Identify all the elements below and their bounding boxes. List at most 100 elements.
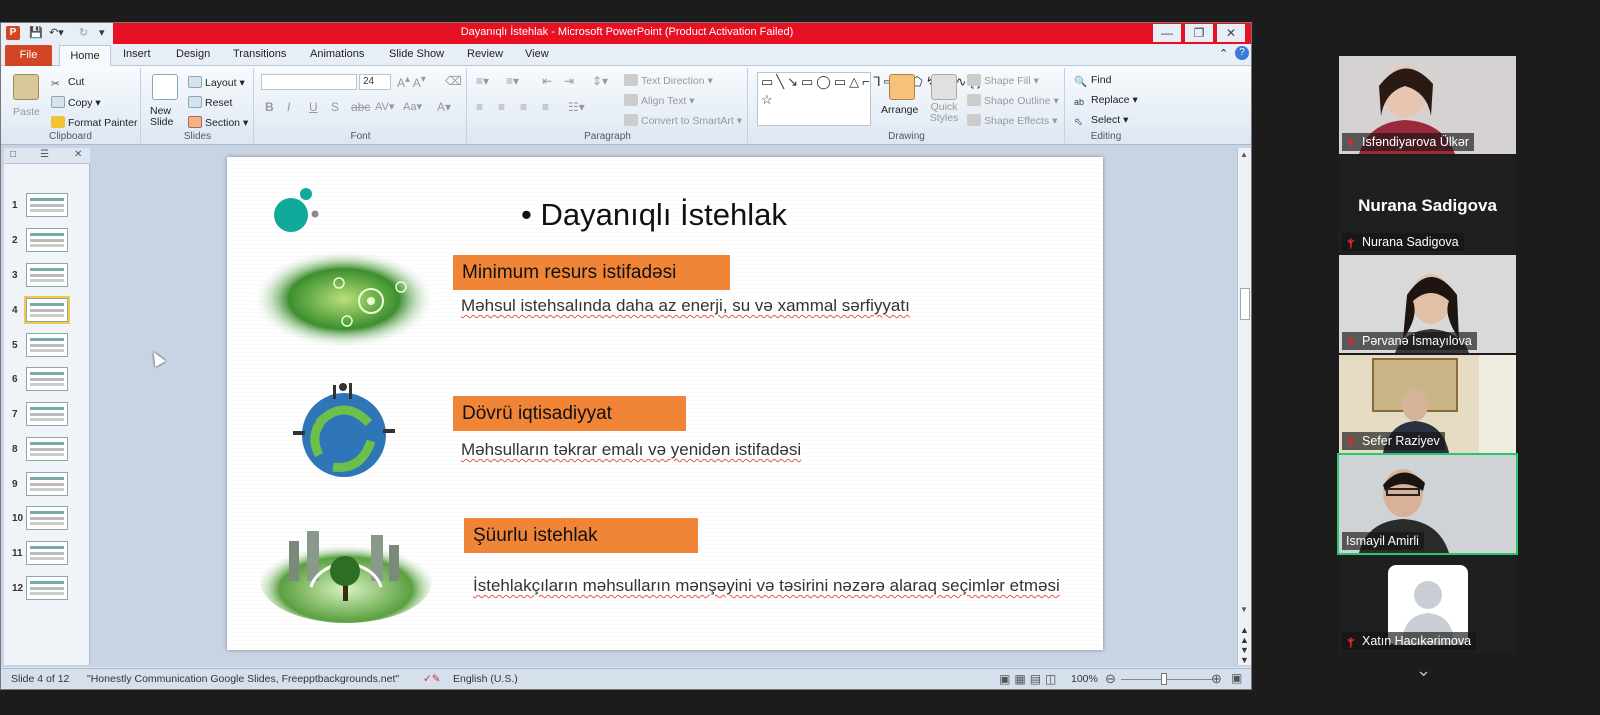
grow-font-icon[interactable]: A▴ A▾ [397,74,426,90]
save-icon[interactable]: 💾 [29,26,43,41]
view-buttons[interactable]: ▣▦▤◫ [999,672,1060,686]
previous-slide-icon[interactable]: ▲ ▲ [1240,625,1249,645]
font-size-combo[interactable]: 24 [359,74,391,90]
paste-icon[interactable] [13,74,39,100]
item-2-description[interactable]: Məhsulların təkrar emalı və yenidən isti… [461,440,801,460]
tab-design[interactable]: Design [176,48,210,60]
slide-canvas[interactable]: • Dayanıqlı İstehlak Minimum resurs isti… [227,157,1103,650]
zoom-slider-thumb[interactable] [1161,673,1167,685]
slide-thumbnail[interactable] [26,333,68,357]
align-left-icon[interactable]: ≡ [476,100,483,114]
restore-icon[interactable]: ❐ [1185,24,1213,42]
item-1-title[interactable]: Minimum resurs istifadəsi [453,255,730,290]
minimize-icon[interactable]: — [1153,24,1181,42]
slide-thumbnail[interactable] [26,402,68,426]
strikethrough-icon[interactable]: abc [351,100,370,114]
participant-tile-4[interactable]: ⲯ Sefer Raziyev [1339,355,1516,453]
columns-icon[interactable]: ☷▾ [568,100,585,114]
zoom-slider[interactable] [1121,679,1213,680]
fit-to-window-icon[interactable]: ▣ [1231,671,1242,685]
scroll-down-icon[interactable]: ▼ [1240,605,1248,614]
language[interactable]: English (U.S.) [453,673,518,685]
format-painter-button[interactable]: Format Painter [51,116,137,129]
slide-thumbnail[interactable] [26,472,68,496]
undo-icon[interactable]: ↶▾ [49,26,64,41]
item-3-description[interactable]: İstehlakçıların məhsulların mənşəyini və… [473,575,1073,596]
text-direction-button[interactable]: Text Direction ▾ [624,74,713,87]
shapes-gallery[interactable]: ▭╲↘▭◯▭△⌐ᒣ⇨⇩⬠↯⌒∿{}☆ [757,72,981,126]
close-pane-icon[interactable]: ✕ [74,149,82,160]
powerpoint-app-icon[interactable]: P [6,26,20,40]
zoom-out-icon[interactable]: ⊖ [1105,671,1116,687]
slide-show-icon[interactable]: ◫ [1045,672,1060,686]
item-1-description[interactable]: Məhsul istehsalında daha az enerji, su v… [461,296,910,316]
copy-button[interactable]: Copy ▾ [51,96,101,109]
section-button[interactable]: Section ▾ [188,116,248,129]
cut-button[interactable]: ✂ Cut [51,76,84,90]
line-spacing-icon[interactable]: ⇕▾ [592,74,608,88]
shape-outline-button[interactable]: Shape Outline ▾ [967,94,1059,107]
participant-tile-5[interactable]: Ismayil Amirli [1337,453,1518,555]
slide-thumbnail[interactable] [26,228,68,252]
slide-thumbnail[interactable] [26,506,68,530]
font-color-icon[interactable]: A▾ [437,100,451,114]
next-slide-icon[interactable]: ▼ ▼ [1240,645,1249,665]
scroll-down-chevron-icon[interactable]: ⌄ [1416,660,1431,681]
vertical-scrollbar[interactable]: ▲ ▼ ▲ ▲ ▼ ▼ [1237,148,1251,665]
collapse-ribbon-icon[interactable]: ⌃ [1219,47,1228,60]
participant-tile-3[interactable]: ⲯ Pərvanə İsmayılova [1339,255,1516,353]
slide-thumbnail[interactable] [26,193,68,217]
italic-icon[interactable]: I [287,100,290,114]
zoom-in-icon[interactable]: ⊕ [1211,671,1222,687]
tab-slide-show[interactable]: Slide Show [389,48,444,60]
participant-tile-2[interactable]: Nurana Sadigova ⲯ Nurana Sadigova [1339,156,1516,254]
smartart-button[interactable]: Convert to SmartArt ▾ [624,114,742,127]
align-text-button[interactable]: Align Text ▾ [624,94,695,107]
bullets-icon[interactable]: ≡▾ [476,74,489,88]
spellcheck-icon[interactable]: ✓✎ [423,673,441,685]
participant-tile-6[interactable]: ⲯ Xatın Hacıkərimova [1339,555,1516,653]
slide-thumbnail[interactable] [26,367,68,391]
paste-button[interactable]: Paste [13,106,40,118]
find-button[interactable]: 🔍 Find [1074,74,1111,88]
bold-icon[interactable]: B [265,100,274,114]
slide-thumbnail[interactable] [26,576,68,600]
slide-thumbnail[interactable] [24,296,70,324]
slide-thumbnail-pane[interactable]: □ ☰ ✕ 1 2 3 4 5 6 7 8 9 10 11 12 [4,148,90,665]
increase-indent-icon[interactable]: ⇥ [564,74,574,88]
slides-tab-icon[interactable]: □ [10,149,16,160]
scroll-thumb[interactable] [1240,288,1250,320]
theme-name[interactable]: "Honestly Communication Google Slides, F… [87,673,399,685]
outline-tab-icon[interactable]: ☰ [40,149,49,160]
new-slide-icon[interactable] [152,74,178,100]
replace-button[interactable]: ab Replace ▾ [1074,94,1138,109]
justify-icon[interactable]: ≡ [542,100,549,114]
tab-insert[interactable]: Insert [123,48,151,60]
align-center-icon[interactable]: ≡ [498,100,505,114]
select-button[interactable]: ⬁ Select ▾ [1074,114,1128,128]
slide-thumbnail[interactable] [26,437,68,461]
shape-effects-button[interactable]: Shape Effects ▾ [967,114,1057,127]
tab-animations[interactable]: Animations [310,48,364,60]
participant-tile-1[interactable]: ⲯ Isfəndiyarova Ülkər [1339,56,1516,154]
shape-fill-button[interactable]: Shape Fill ▾ [967,74,1039,87]
slide-heading[interactable]: • Dayanıqlı İstehlak [521,197,787,233]
layout-button[interactable]: Layout ▾ [188,76,245,89]
font-family-combo[interactable] [261,74,357,90]
zoom-level[interactable]: 100% [1071,673,1098,685]
customize-qat-icon[interactable]: ▾ [99,26,105,41]
scroll-up-icon[interactable]: ▲ [1240,150,1248,159]
slide-sorter-icon[interactable]: ▦ [1014,672,1029,686]
redo-icon[interactable]: ↻ [79,26,88,41]
item-2-title[interactable]: Dövrü iqtisadiyyat [453,396,686,431]
clear-formatting-icon[interactable]: ⌫ [445,74,462,88]
normal-view-icon[interactable]: ▣ [999,672,1014,686]
quick-styles-icon[interactable] [931,74,957,100]
slide-thumbnail[interactable] [26,541,68,565]
tab-file[interactable]: File [5,45,52,66]
character-spacing-icon[interactable]: AV▾ [375,100,394,113]
tab-review[interactable]: Review [467,48,503,60]
align-right-icon[interactable]: ≡ [520,100,527,114]
change-case-icon[interactable]: Aa▾ [403,100,422,113]
item-3-title[interactable]: Şüurlu istehlak [464,518,698,553]
